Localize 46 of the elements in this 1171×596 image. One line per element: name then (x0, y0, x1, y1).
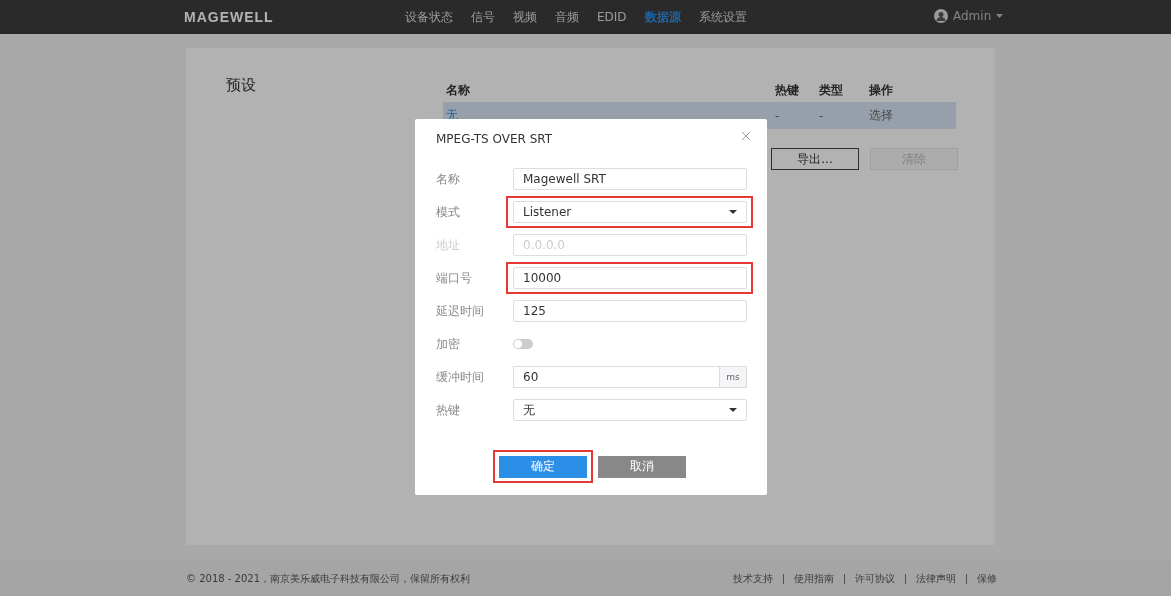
logo: MAGEWELL (184, 9, 274, 25)
caret-icon (729, 408, 737, 412)
table-button[interactable]: 导出... (771, 148, 859, 170)
unit-label: ms (719, 366, 747, 388)
copyright-text: © 2018 - 2021，南京美乐威电子科技有限公司，保留所有权利 (186, 572, 471, 586)
footer-link[interactable]: 技术支持 (733, 572, 773, 586)
column-header: 类型 (818, 81, 844, 99)
field-label: 端口号 (436, 269, 473, 287)
dialog-title: MPEG-TS OVER SRT (436, 132, 553, 146)
dropdown[interactable]: Listener (513, 201, 747, 223)
field-label: 加密 (436, 335, 461, 353)
footer-link[interactable]: 保修 (977, 572, 997, 586)
number-field[interactable]: 60 (513, 366, 719, 388)
column-header: 热键 (774, 81, 800, 99)
field-label: 延迟时间 (436, 302, 485, 320)
cancel-button[interactable]: 取消 (598, 455, 686, 478)
nav-tab[interactable]: 音频 (555, 8, 579, 26)
confirm-button[interactable]: 确定 (499, 455, 587, 478)
nav-tab[interactable]: 系统设置 (698, 8, 747, 26)
footer-link[interactable]: 使用指南 (794, 572, 834, 586)
field-label: 热键 (436, 401, 461, 419)
select-link[interactable]: 选择 (866, 107, 956, 124)
section-title: 预设 (226, 76, 256, 95)
nav-tab[interactable]: 信号 (471, 8, 495, 26)
column-header: 名称 (445, 81, 471, 99)
column-header: 操作 (868, 81, 894, 99)
table-cell-text: - (818, 108, 825, 123)
dropdown[interactable]: 无 (513, 399, 747, 421)
field-label: 名称 (436, 170, 461, 188)
footer-link[interactable]: 法律声明 (916, 572, 956, 586)
nav-tab[interactable]: EDID (597, 10, 627, 24)
field-label: 模式 (436, 203, 461, 221)
field-label: 缓冲时间 (436, 368, 485, 386)
caret-icon (729, 210, 737, 214)
nav-tab[interactable]: 视频 (513, 8, 537, 26)
user-avatar-icon (934, 9, 948, 23)
text-field[interactable]: 125 (513, 300, 747, 322)
text-field[interactable]: 10000 (513, 267, 747, 289)
user-name[interactable]: Admin (953, 9, 992, 23)
nav-tab[interactable]: 设备状态 (405, 8, 453, 26)
close-icon[interactable] (741, 131, 751, 141)
footer-link[interactable]: 许可协议 (855, 572, 895, 586)
table-cell-text: - (774, 108, 781, 123)
caret-icon[interactable] (996, 14, 1004, 18)
toggle-switch[interactable] (513, 339, 533, 349)
text-field[interactable]: Magewell SRT (513, 168, 747, 190)
